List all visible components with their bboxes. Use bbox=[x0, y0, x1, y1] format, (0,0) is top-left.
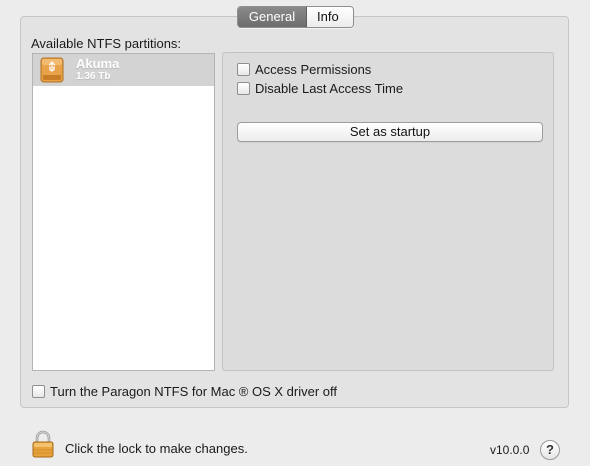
access-permissions-label: Access Permissions bbox=[255, 62, 372, 77]
driver-off-row[interactable]: Turn the Paragon NTFS for Mac ® OS X dri… bbox=[32, 384, 337, 399]
options-panel bbox=[222, 52, 554, 371]
driver-off-label: Turn the Paragon NTFS for Mac ® OS X dri… bbox=[50, 384, 338, 399]
lock-message: Click the lock to make changes. bbox=[65, 441, 248, 456]
partition-list[interactable]: Akuma 1.36 Tb bbox=[32, 53, 215, 371]
access-permissions-row[interactable]: Access Permissions bbox=[237, 62, 371, 77]
disable-last-access-row[interactable]: Disable Last Access Time bbox=[237, 81, 403, 96]
disable-last-access-checkbox[interactable] bbox=[237, 82, 250, 95]
lock-icon[interactable] bbox=[31, 430, 55, 458]
partitions-section-label: Available NTFS partitions: bbox=[31, 36, 182, 51]
tab-general[interactable]: General bbox=[238, 7, 307, 27]
partition-size: 1.36 Tb bbox=[76, 71, 111, 82]
set-as-startup-button[interactable]: Set as startup bbox=[237, 122, 543, 142]
version-label: v10.0.0 bbox=[490, 443, 530, 457]
tab-info[interactable]: Info bbox=[307, 7, 353, 27]
help-button[interactable]: ? bbox=[540, 440, 560, 460]
external-drive-icon bbox=[40, 57, 64, 83]
access-permissions-checkbox[interactable] bbox=[237, 63, 250, 76]
disable-last-access-label: Disable Last Access Time bbox=[255, 81, 404, 96]
partition-item[interactable]: Akuma 1.36 Tb bbox=[33, 54, 214, 86]
driver-off-checkbox[interactable] bbox=[32, 385, 45, 398]
tab-bar: General Info bbox=[237, 6, 354, 28]
partition-name: Akuma bbox=[76, 56, 120, 71]
